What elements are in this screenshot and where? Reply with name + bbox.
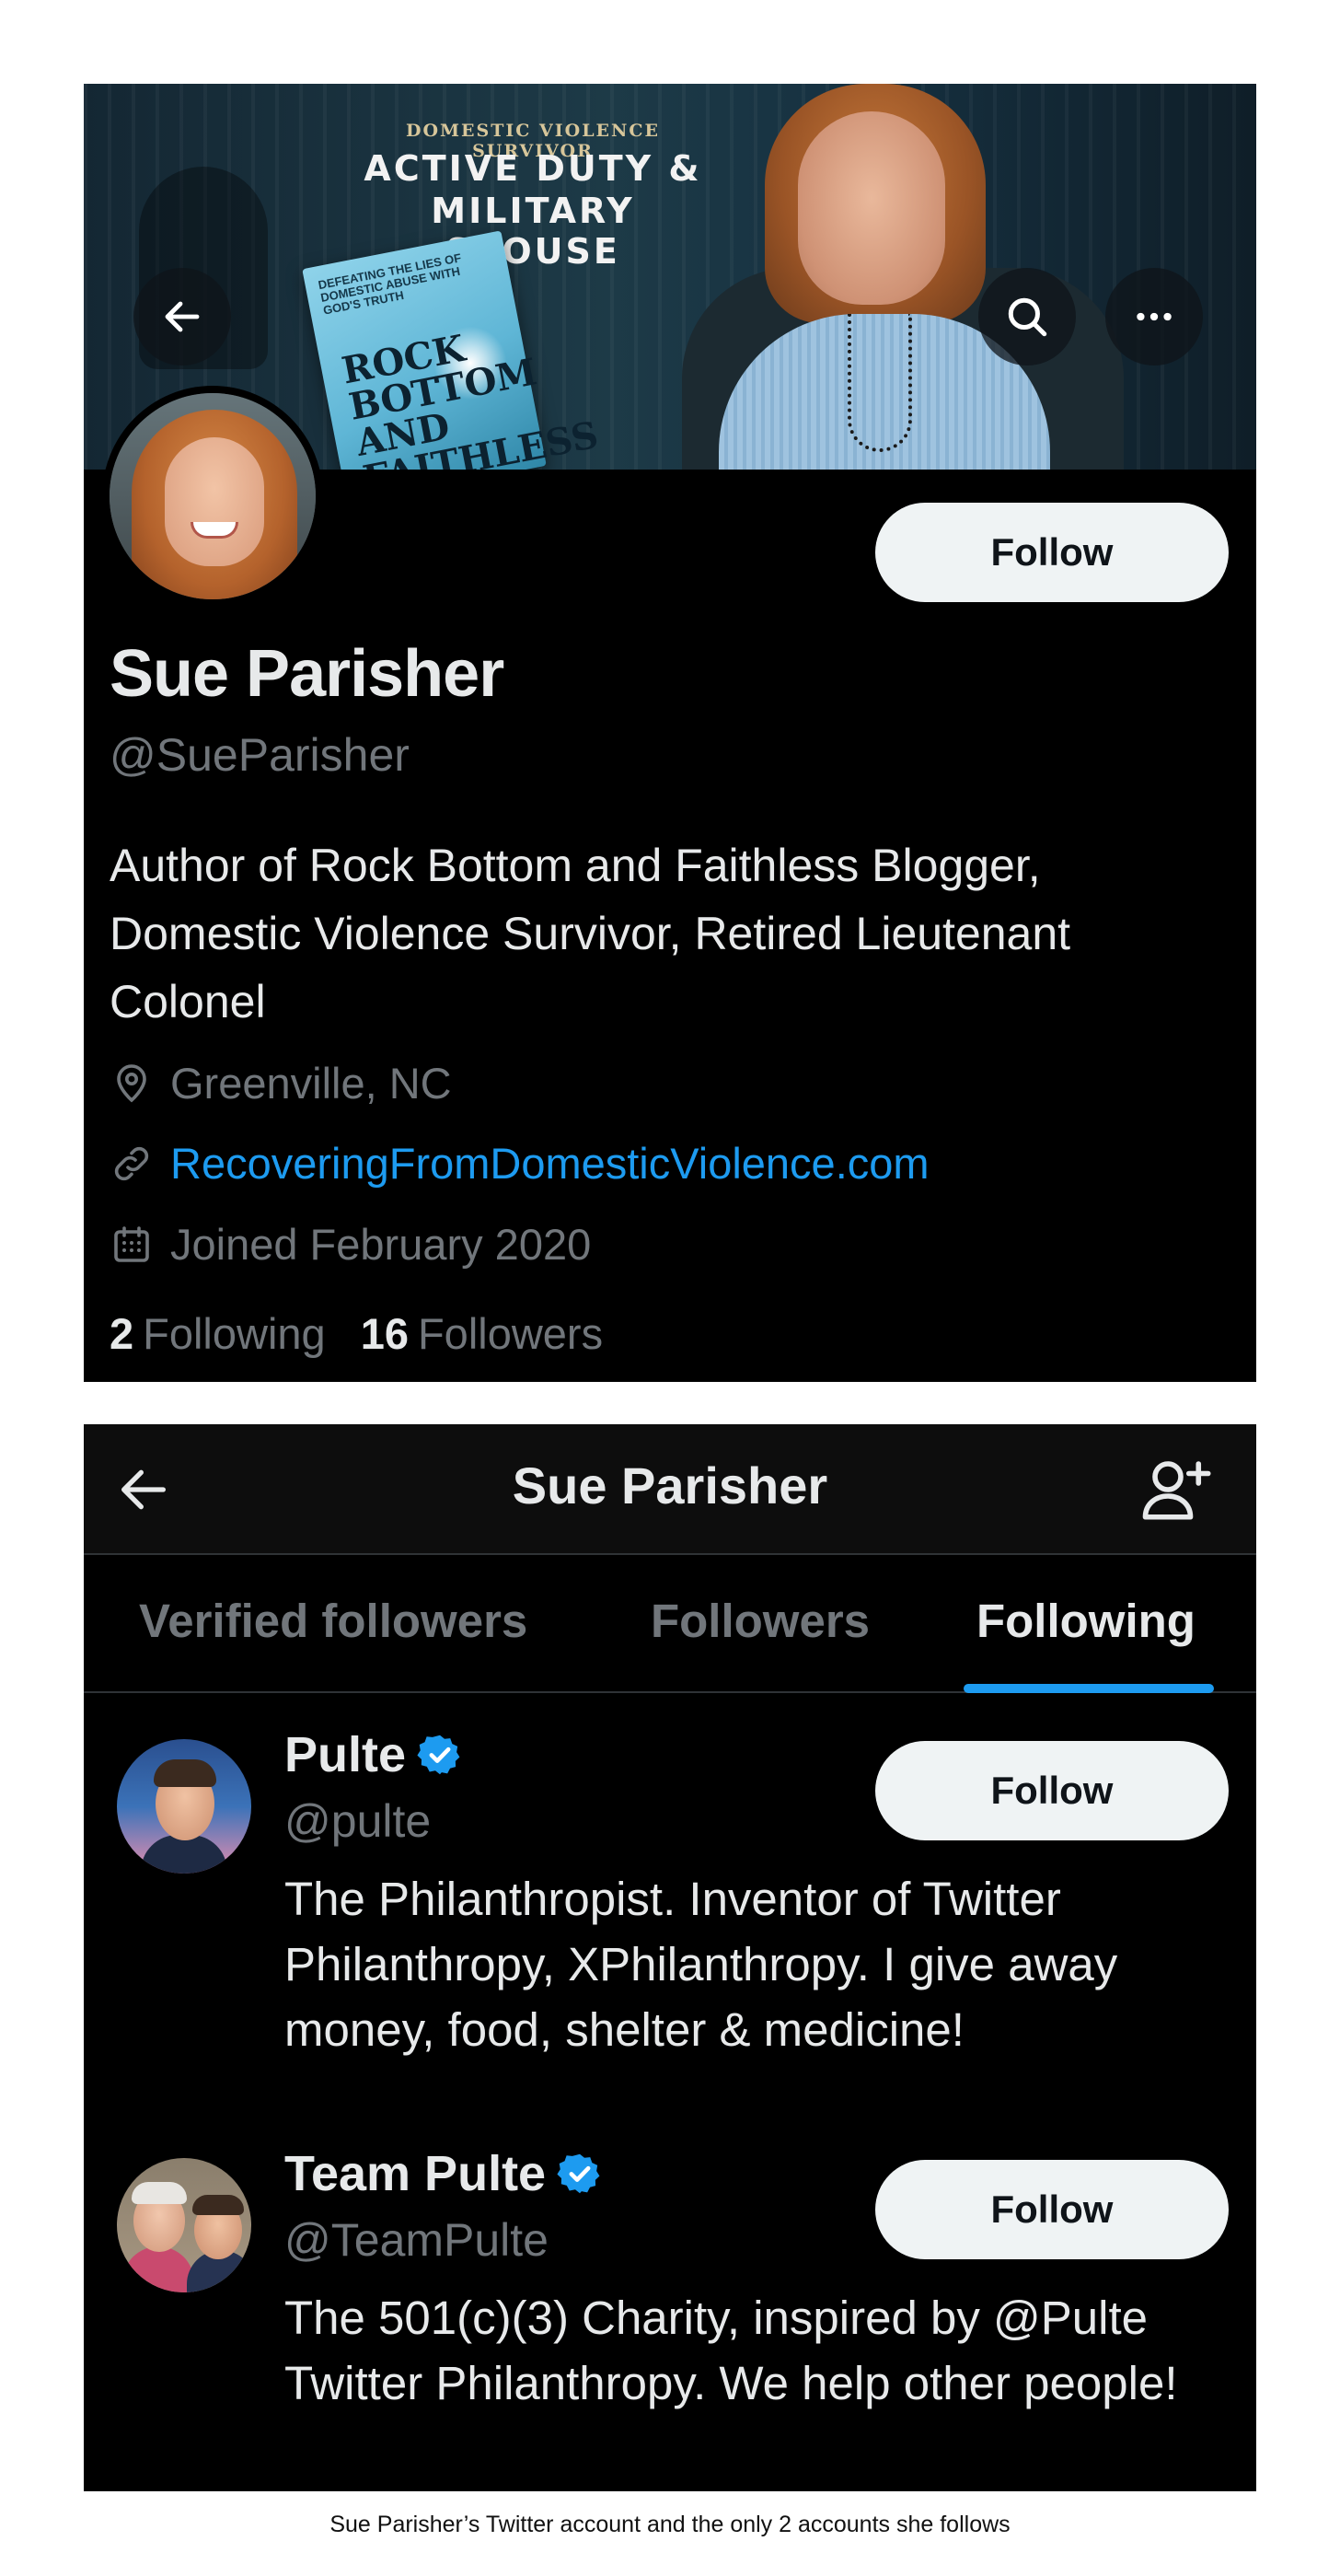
page-title: Sue Parisher: [512, 1456, 828, 1514]
follow-button[interactable]: Follow: [875, 1741, 1229, 1840]
more-horizontal-icon: [1137, 312, 1172, 321]
portrait-face: [798, 111, 945, 305]
user-handle: @pulte: [284, 1795, 432, 1847]
verified-badge-icon: [417, 1735, 460, 1775]
user-avatar[interactable]: [117, 1739, 251, 1874]
avatar-hair-right: [192, 2195, 244, 2215]
active-tab-indicator: [964, 1684, 1214, 1693]
book-title: ROCK BOTTOM AND FAITHLESS: [338, 326, 602, 470]
avatar-face: [165, 437, 264, 566]
user-list-item[interactable]: Pulte @pulte The Philanthropist. Invento…: [84, 1700, 1256, 2106]
search-button[interactable]: [978, 268, 1076, 366]
tab-following[interactable]: Following: [976, 1594, 1196, 1648]
avatar-shirt: [141, 1835, 227, 1874]
profile-handle: @SueParisher: [110, 729, 410, 781]
avatar-shirt-left: [122, 2246, 194, 2292]
following-label: Following: [143, 1309, 326, 1358]
link-icon: [114, 1146, 149, 1180]
add-user-button[interactable]: [1133, 1450, 1216, 1529]
following-count-link[interactable]: 2 Following: [110, 1308, 326, 1359]
verified-badge-icon: [557, 2153, 600, 2194]
avatar-photo: [110, 393, 316, 599]
user-display-name[interactable]: Team Pulte: [284, 2145, 546, 2202]
more-options-button[interactable]: [1105, 268, 1203, 366]
user-list-item[interactable]: Team Pulte @TeamPulte The 501(c)(3) Char…: [84, 2119, 1256, 2491]
profile-bio: Author of Rock Bottom and Faithless Blog…: [110, 840, 1071, 1027]
user-name-line: Team Pulte: [284, 2145, 603, 2202]
image-caption: Sue Parisher’s Twitter account and the o…: [329, 2512, 1011, 2537]
banner-portrait-photo: [627, 84, 1142, 470]
arrow-left-icon: [165, 301, 200, 332]
user-name-line: Pulte: [284, 1726, 463, 1783]
followers-label: Followers: [417, 1309, 604, 1358]
profile-location: Greenville, NC: [110, 1058, 452, 1108]
followers-count-link[interactable]: 16 Followers: [361, 1308, 603, 1359]
back-button[interactable]: [133, 268, 231, 366]
user-bio: The 501(c)(3) Charity, inspired by @Pult…: [284, 2292, 1178, 2409]
tab-verified-followers[interactable]: Verified followers: [139, 1594, 527, 1648]
location-pin-icon: [117, 1063, 146, 1102]
avatar-hair-left: [132, 2182, 187, 2204]
join-date-text: Joined February 2020: [170, 1220, 592, 1269]
follow-button[interactable]: Follow: [875, 2160, 1229, 2259]
top-navigation-bar: Sue Parisher: [84, 1424, 1256, 1555]
tab-followers[interactable]: Followers: [651, 1594, 870, 1648]
location-text: Greenville, NC: [170, 1059, 452, 1108]
user-avatar[interactable]: [117, 2158, 251, 2292]
website-link[interactable]: RecoveringFromDomesticViolence.com: [170, 1138, 930, 1189]
tab-bar: Verified followers Followers Following: [84, 1557, 1256, 1693]
following-count: 2: [110, 1309, 134, 1358]
search-icon: [1008, 297, 1047, 337]
follow-button[interactable]: Follow: [875, 503, 1229, 602]
user-handle: @TeamPulte: [284, 2214, 549, 2266]
portrait-necklace: [848, 314, 912, 452]
user-display-name[interactable]: Pulte: [284, 1726, 406, 1783]
followers-count: 16: [360, 1309, 409, 1358]
profile-avatar[interactable]: [102, 386, 323, 607]
profile-panel: DOMESTIC VIOLENCE SURVIVOR ACTIVE DUTY &…: [84, 84, 1256, 1382]
avatar-hair: [154, 1759, 216, 1787]
profile-website: RecoveringFromDomesticViolence.com: [110, 1138, 930, 1189]
profile-join-date: Joined February 2020: [110, 1219, 591, 1270]
add-user-icon: [1142, 1461, 1211, 1520]
user-bio: The Philanthropist. Inventor of Twitter …: [284, 1873, 1118, 2056]
following-panel: Sue Parisher Verified followers Follower…: [84, 1424, 1256, 2491]
calendar-icon: [114, 1225, 149, 1262]
profile-display-name: Sue Parisher: [110, 637, 504, 711]
follow-counts: 2 Following 16 Followers: [110, 1308, 638, 1359]
